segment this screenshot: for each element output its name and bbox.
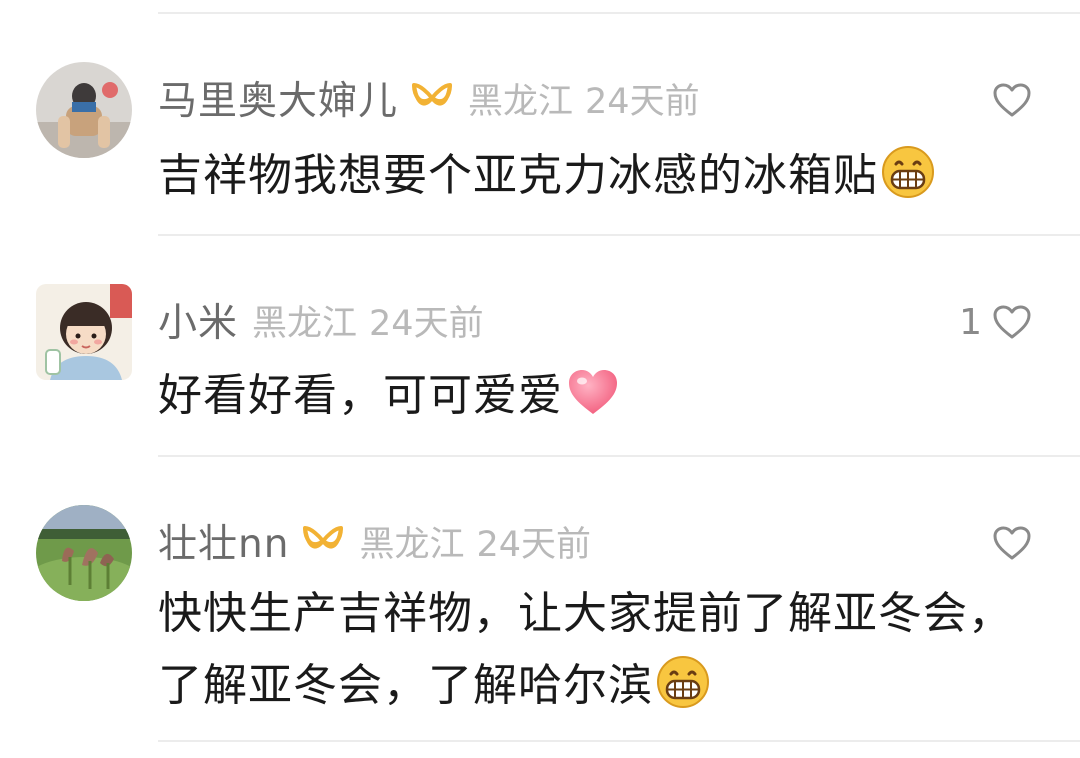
username[interactable]: 小米 [158, 292, 238, 348]
comment-list: 马里奥大婶儿 黑龙江 24天前 吉祥物我想要个亚克力冰感的冰箱贴 小米 黑龙江 … [0, 0, 1080, 758]
comment-location: 黑龙江 [359, 524, 465, 565]
like-button[interactable] [982, 72, 1032, 128]
grin-emoji-icon [880, 144, 936, 200]
avatar[interactable] [36, 505, 132, 601]
comment-text-body: 吉祥物我想要个亚克力冰感的冰箱贴 [158, 150, 878, 201]
comment-time: 24天前 [369, 303, 484, 344]
comment-text: 好看好看，可可爱爱 [158, 360, 1048, 432]
grin-emoji-icon [655, 654, 711, 710]
heart-outline-icon [993, 305, 1031, 339]
username[interactable]: 马里奥大婶儿 [158, 70, 398, 126]
comment-location: 黑龙江 [252, 303, 358, 344]
comment-meta: 壮壮nn 黑龙江 24天前 [158, 513, 591, 569]
divider [158, 740, 1080, 742]
member-badge-icon [410, 81, 454, 115]
heart-emoji-icon [565, 364, 621, 420]
avatar[interactable] [36, 62, 132, 158]
comment-meta: 小米 黑龙江 24天前 [158, 292, 484, 348]
comment-text-body: 好看好看，可可爱爱 [158, 370, 563, 421]
like-button[interactable] [982, 515, 1032, 571]
comment-location: 黑龙江 [468, 81, 574, 122]
avatar[interactable] [36, 284, 132, 380]
username[interactable]: 壮壮nn [158, 513, 289, 569]
comment-meta: 马里奥大婶儿 黑龙江 24天前 [158, 70, 700, 126]
like-count: 1 [959, 301, 982, 343]
comment-text: 快快生产吉祥物，让大家提前了解亚冬会，了解亚冬会，了解哈尔滨 [158, 578, 1048, 722]
heart-outline-icon [993, 526, 1031, 560]
divider [158, 234, 1080, 236]
member-badge-icon [301, 524, 345, 558]
heart-outline-icon [993, 83, 1031, 117]
divider [158, 12, 1080, 14]
divider [158, 455, 1080, 457]
comment-time: 24天前 [585, 81, 700, 122]
comment-text-body: 快快生产吉祥物，让大家提前了解亚冬会，了解亚冬会，了解哈尔滨 [158, 588, 1013, 711]
like-button[interactable]: 1 [959, 294, 1032, 350]
comment-time: 24天前 [476, 524, 591, 565]
comment-text: 吉祥物我想要个亚克力冰感的冰箱贴 [158, 140, 1048, 212]
